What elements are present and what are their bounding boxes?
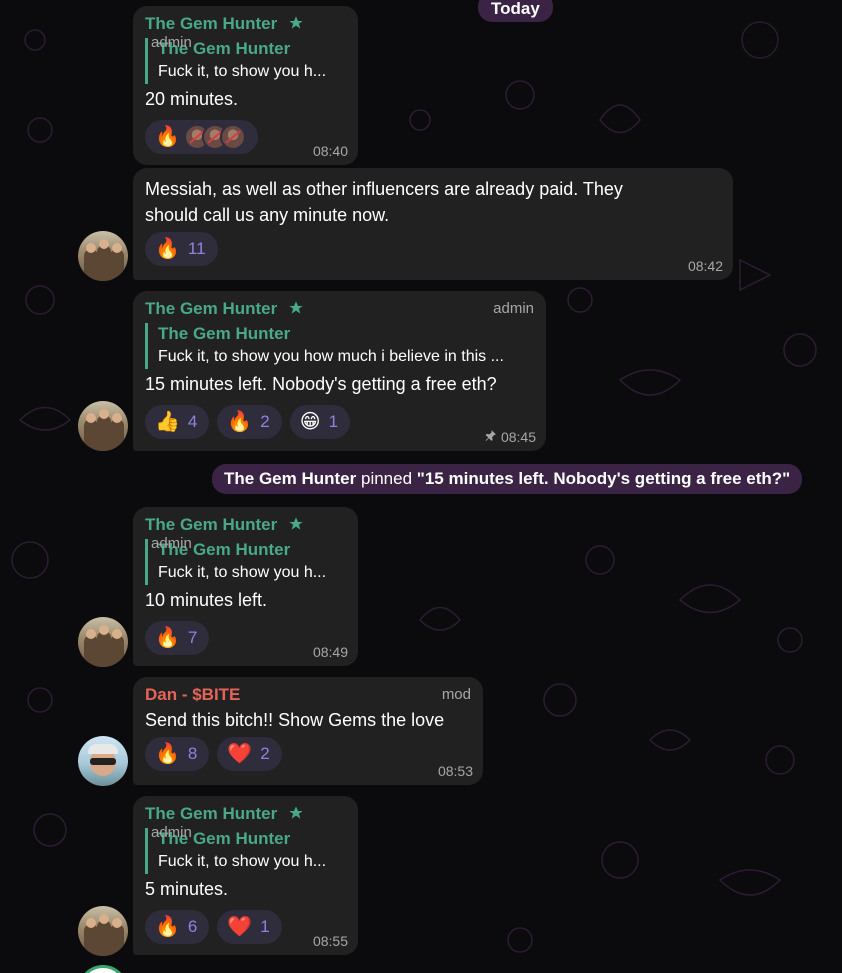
role-badge: admin [151, 535, 192, 552]
fire-icon: 🔥 [155, 126, 180, 148]
pinned-message-notice[interactable]: The Gem Hunter pinned "15 minutes left. … [212, 464, 803, 494]
message-bubble[interactable]: Messiah, as well as other influencers ar… [133, 168, 733, 280]
message-time: 08:45 [500, 429, 536, 445]
reaction-count: 4 [187, 412, 198, 431]
message-text: Send this bitch!! Show Gems the love [145, 710, 445, 730]
fire-icon: 🔥 [155, 743, 180, 765]
heart-icon: ❤️ [227, 743, 253, 765]
message-time: 08:40 [312, 143, 348, 159]
reaction-grin[interactable]: 😁 1 [289, 405, 351, 439]
message-bubble[interactable]: The Gem Hunter admin The Gem Hunter Fuck… [133, 796, 358, 955]
message-text: 10 minutes left. [145, 590, 268, 610]
reaction-thumbs-up[interactable]: 👍 4 [145, 405, 210, 439]
reaction-count: 1 [328, 412, 339, 431]
fire-icon: 🔥 [155, 627, 180, 649]
message-time: 08:53 [437, 763, 473, 779]
sender-avatar[interactable] [78, 401, 128, 451]
admin-star-icon [289, 301, 303, 314]
reaction-count: 6 [187, 917, 198, 936]
message-text: 5 minutes. [145, 879, 229, 899]
reaction-heart[interactable]: ❤️ 1 [217, 910, 282, 944]
message-text-line: Messiah, as well as other influencers ar… [145, 179, 623, 199]
reply-text: Fuck it, to show you h... [158, 63, 327, 80]
heart-icon: ❤️ [227, 916, 253, 938]
reaction-fire[interactable]: 🔥 [145, 120, 258, 154]
grin-icon: 😁 [299, 411, 321, 433]
reaction-count: 1 [260, 917, 270, 936]
fire-icon: 🔥 [155, 238, 180, 260]
sender-name[interactable]: The Gem Hunter [145, 804, 277, 823]
sender-avatar[interactable] [78, 906, 128, 956]
message-text: 15 minutes left. Nobody's getting a free… [145, 374, 497, 394]
message-bubble[interactable]: The Gem Hunter admin The Gem Hunter Fuck… [133, 507, 358, 666]
reply-text: Fuck it, to show you h... [158, 853, 327, 870]
reaction-fire[interactable]: 🔥 2 [217, 405, 282, 439]
message-text: 20 minutes. [145, 89, 239, 109]
sender-name[interactable]: Dan - $BITE [145, 685, 240, 704]
message-bubble[interactable]: The Gem Hunter admin The Gem Hunter Fuck… [133, 6, 358, 165]
thumbs-up-icon: 👍 [155, 411, 180, 433]
reply-sender: The Gem Hunter [158, 324, 291, 343]
role-badge: admin [493, 300, 534, 317]
reaction-fire[interactable]: 🔥 6 [145, 910, 210, 944]
message-bubble[interactable]: The Gem Hunter admin The Gem Hunter Fuck… [133, 291, 546, 451]
reaction-heart[interactable]: ❤️ 2 [217, 737, 282, 771]
pin-action: pinned [360, 469, 413, 488]
message-time: 08:42 [687, 258, 723, 274]
reply-quote[interactable]: The Gem Hunter Fuck it, to show you how … [145, 323, 534, 369]
reaction-fire[interactable]: 🔥 8 [145, 737, 210, 771]
date-separator: Today [478, 0, 553, 22]
message-time-row: 08:45 [484, 429, 536, 445]
reply-text: Fuck it, to show you how much i believe … [158, 348, 504, 365]
admin-star-icon [289, 517, 303, 530]
reaction-count: 2 [260, 744, 270, 763]
message-text-line: should call us any minute now. [145, 205, 390, 225]
sender-avatar[interactable] [78, 736, 128, 786]
reaction-count: 8 [187, 744, 198, 763]
role-badge: mod [441, 686, 471, 703]
sender-name[interactable]: The Gem Hunter [145, 299, 277, 318]
reaction-count: 7 [187, 628, 198, 647]
message-time: 08:49 [312, 644, 348, 660]
reaction-count: 11 [187, 239, 206, 258]
reactor-avatars [183, 124, 246, 150]
sender-avatar[interactable] [78, 231, 128, 281]
reactor-avatar [219, 124, 246, 150]
sender-name[interactable]: The Gem Hunter [145, 515, 277, 534]
pin-actor[interactable]: The Gem Hunter [224, 469, 356, 488]
reaction-fire[interactable]: 🔥 7 [145, 621, 210, 655]
fire-icon: 🔥 [227, 411, 253, 433]
sender-name[interactable]: The Gem Hunter [145, 14, 277, 33]
role-badge: admin [151, 824, 192, 841]
admin-star-icon [289, 16, 303, 29]
reaction-count: 2 [260, 412, 270, 431]
reply-text: Fuck it, to show you h... [158, 564, 327, 581]
message-bubble[interactable]: Dan - $BITE mod Send this bitch!! Show G… [133, 677, 483, 785]
fire-icon: 🔥 [155, 916, 180, 938]
admin-star-icon [289, 806, 303, 819]
message-time: 08:55 [312, 933, 348, 949]
pin-icon [485, 430, 496, 441]
reaction-fire[interactable]: 🔥 11 [145, 232, 218, 266]
role-badge: admin [151, 34, 192, 51]
pin-message[interactable]: "15 minutes left. Nobody's getting a fre… [417, 469, 790, 488]
sender-avatar[interactable] [78, 617, 128, 667]
